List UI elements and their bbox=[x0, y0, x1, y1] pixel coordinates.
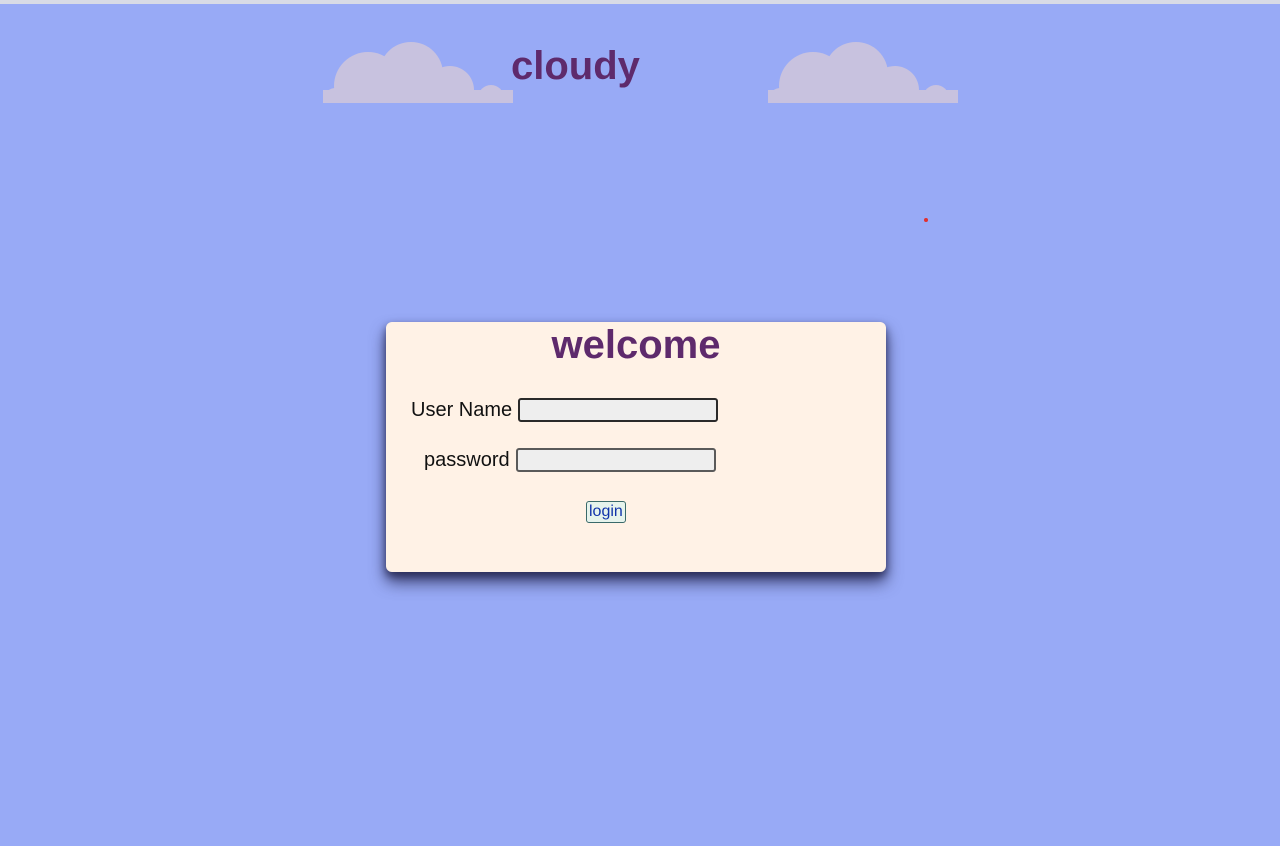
top-border bbox=[0, 0, 1280, 4]
password-input[interactable] bbox=[515, 448, 716, 472]
site-title: cloudy bbox=[511, 44, 640, 88]
password-row: password bbox=[424, 448, 716, 472]
login-card: welcome User Name password login bbox=[386, 322, 886, 572]
username-label: User Name bbox=[411, 398, 513, 421]
cloud-icon bbox=[768, 42, 958, 103]
password-label: password bbox=[424, 448, 510, 471]
username-row: User Name bbox=[411, 398, 719, 422]
username-input[interactable] bbox=[518, 398, 719, 422]
cloud-icon bbox=[323, 42, 513, 103]
red-dot bbox=[924, 218, 928, 222]
login-button[interactable]: login bbox=[586, 501, 626, 523]
welcome-heading: welcome bbox=[551, 323, 721, 367]
